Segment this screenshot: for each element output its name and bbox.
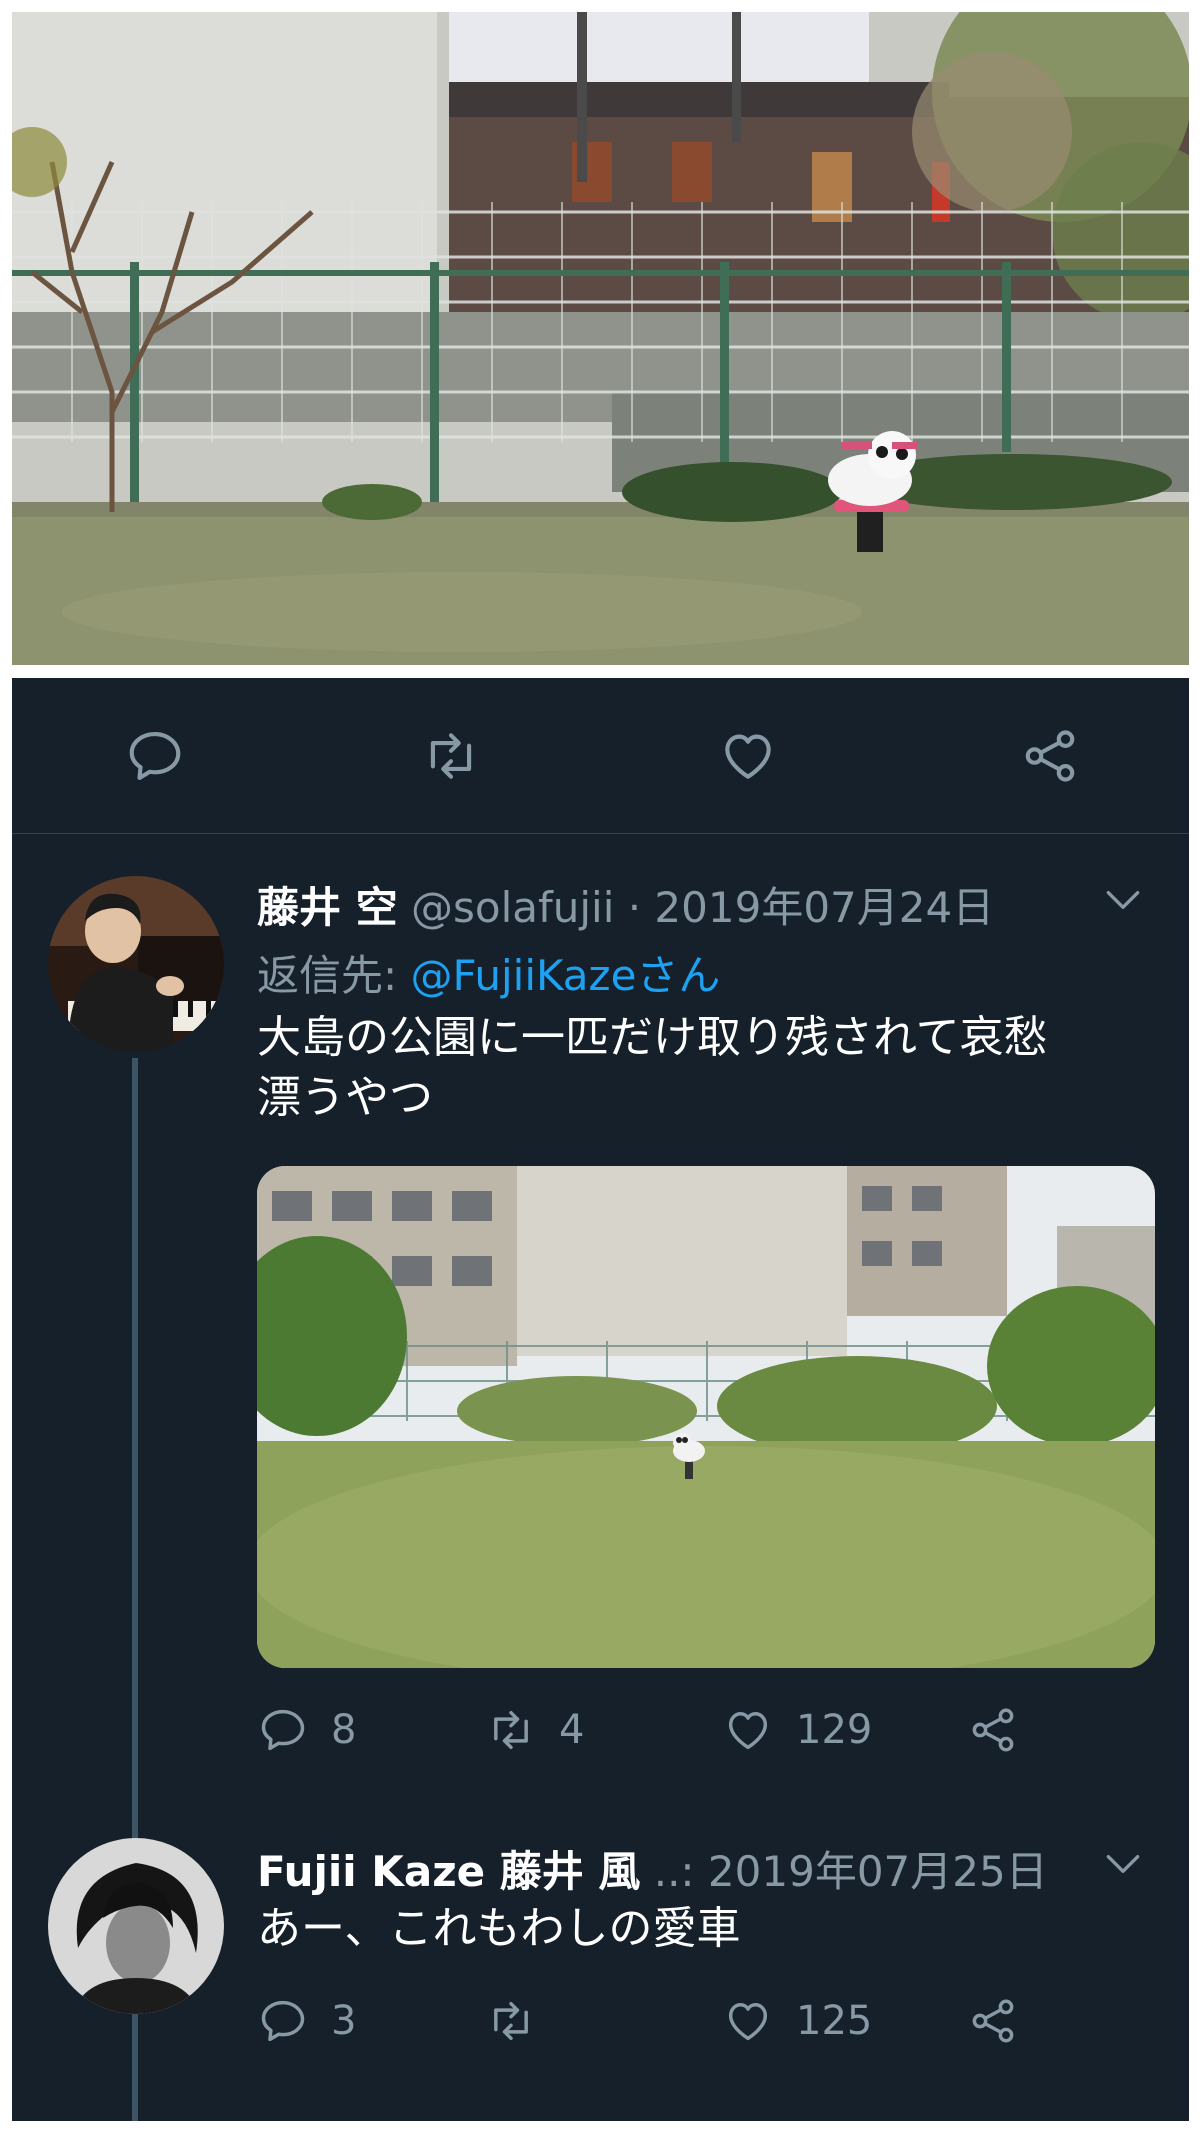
handle-and-date[interactable]: @solafujii · 2019年07月24日 — [411, 883, 994, 932]
tweet-text-line: 大島の公園に一匹だけ取り残されて哀愁 — [257, 1012, 1048, 1063]
handle-and-date[interactable]: ..: 2019年07月25日 — [654, 1847, 1048, 1896]
reply-button[interactable] — [119, 720, 191, 792]
tweet-thread: 藤井 空 @solafujii · 2019年07月24日 返信先: @Fuji… — [12, 678, 1189, 2121]
tweet-menu-button[interactable] — [1101, 878, 1151, 928]
like-icon — [728, 1712, 768, 1750]
tweet-menu-button[interactable] — [1101, 1842, 1151, 1892]
thread-connector-line — [132, 2023, 138, 2121]
replying-to-handle[interactable]: @FujiiKazeさん — [411, 951, 721, 1000]
like-button[interactable]: 125 — [722, 1991, 872, 2051]
avatar[interactable] — [48, 876, 224, 1052]
avatar-photo-portrait — [48, 1838, 224, 2014]
like-icon — [725, 734, 771, 779]
retweet-button[interactable] — [415, 720, 487, 792]
share-button[interactable] — [967, 1991, 1019, 2051]
chevron-down-icon — [1106, 1855, 1140, 1873]
tweet-text-line: 漂うやつ — [257, 1072, 433, 1123]
tweet-photo-illustration — [257, 1166, 1155, 1668]
retweet-icon — [494, 2001, 528, 2041]
tweet-text: あー、これもわしの愛車 — [257, 1899, 1157, 1959]
top-photo[interactable] — [12, 12, 1189, 665]
avatar-photo-pianist — [48, 876, 224, 1052]
reply-icon — [261, 1709, 305, 1751]
retweet-icon — [494, 1710, 528, 1750]
tweet-media-image[interactable] — [257, 1166, 1155, 1668]
like-count: 129 — [796, 1707, 873, 1753]
reply-count: 3 — [331, 1998, 357, 2044]
tweet-text: 大島の公園に一匹だけ取り残されて哀愁 漂うやつ — [257, 1008, 1157, 1128]
tweet-action-bar: 3 125 — [257, 1991, 1157, 2051]
like-icon — [728, 2003, 768, 2041]
share-icon — [972, 1999, 1014, 2043]
display-name[interactable]: 藤井 空 — [257, 883, 398, 932]
reply-button[interactable]: 8 — [257, 1700, 356, 1760]
share-button[interactable] — [967, 1700, 1019, 1760]
tweet-header: Fujii Kaze 藤井 風 ..: 2019年07月25日 — [257, 1838, 1048, 1899]
chevron-down-icon — [1106, 891, 1140, 909]
tweet-header: 藤井 空 @solafujii · 2019年07月24日 — [257, 874, 994, 935]
reply-button[interactable]: 3 — [257, 1991, 356, 2051]
like-count: 125 — [796, 1998, 873, 2044]
retweet-button[interactable] — [485, 1991, 559, 2051]
like-button[interactable] — [712, 720, 784, 792]
tweet-text-line: あー、これもわしの愛車 — [257, 1903, 741, 1954]
reply-icon — [261, 2000, 305, 2042]
retweet-count: 4 — [559, 1707, 585, 1753]
reply-icon — [129, 731, 181, 781]
retweet-button[interactable]: 4 — [485, 1700, 584, 1760]
share-button[interactable] — [1014, 720, 1086, 792]
tweet-action-bar: 8 4 129 — [257, 1700, 1157, 1760]
display-name[interactable]: Fujii Kaze 藤井 風 — [257, 1847, 640, 1896]
share-icon — [972, 1708, 1014, 1752]
reply-count: 8 — [331, 1707, 357, 1753]
park-photo-illustration — [12, 12, 1189, 665]
avatar[interactable] — [48, 1838, 224, 2014]
retweet-icon — [430, 733, 472, 779]
share-icon — [1025, 730, 1075, 782]
main-tweet-action-bar — [12, 678, 1189, 834]
replying-to: 返信先: @FujiiKazeさん — [257, 942, 720, 1003]
replying-to-label: 返信先: — [257, 951, 398, 1000]
like-button[interactable]: 129 — [722, 1700, 872, 1760]
